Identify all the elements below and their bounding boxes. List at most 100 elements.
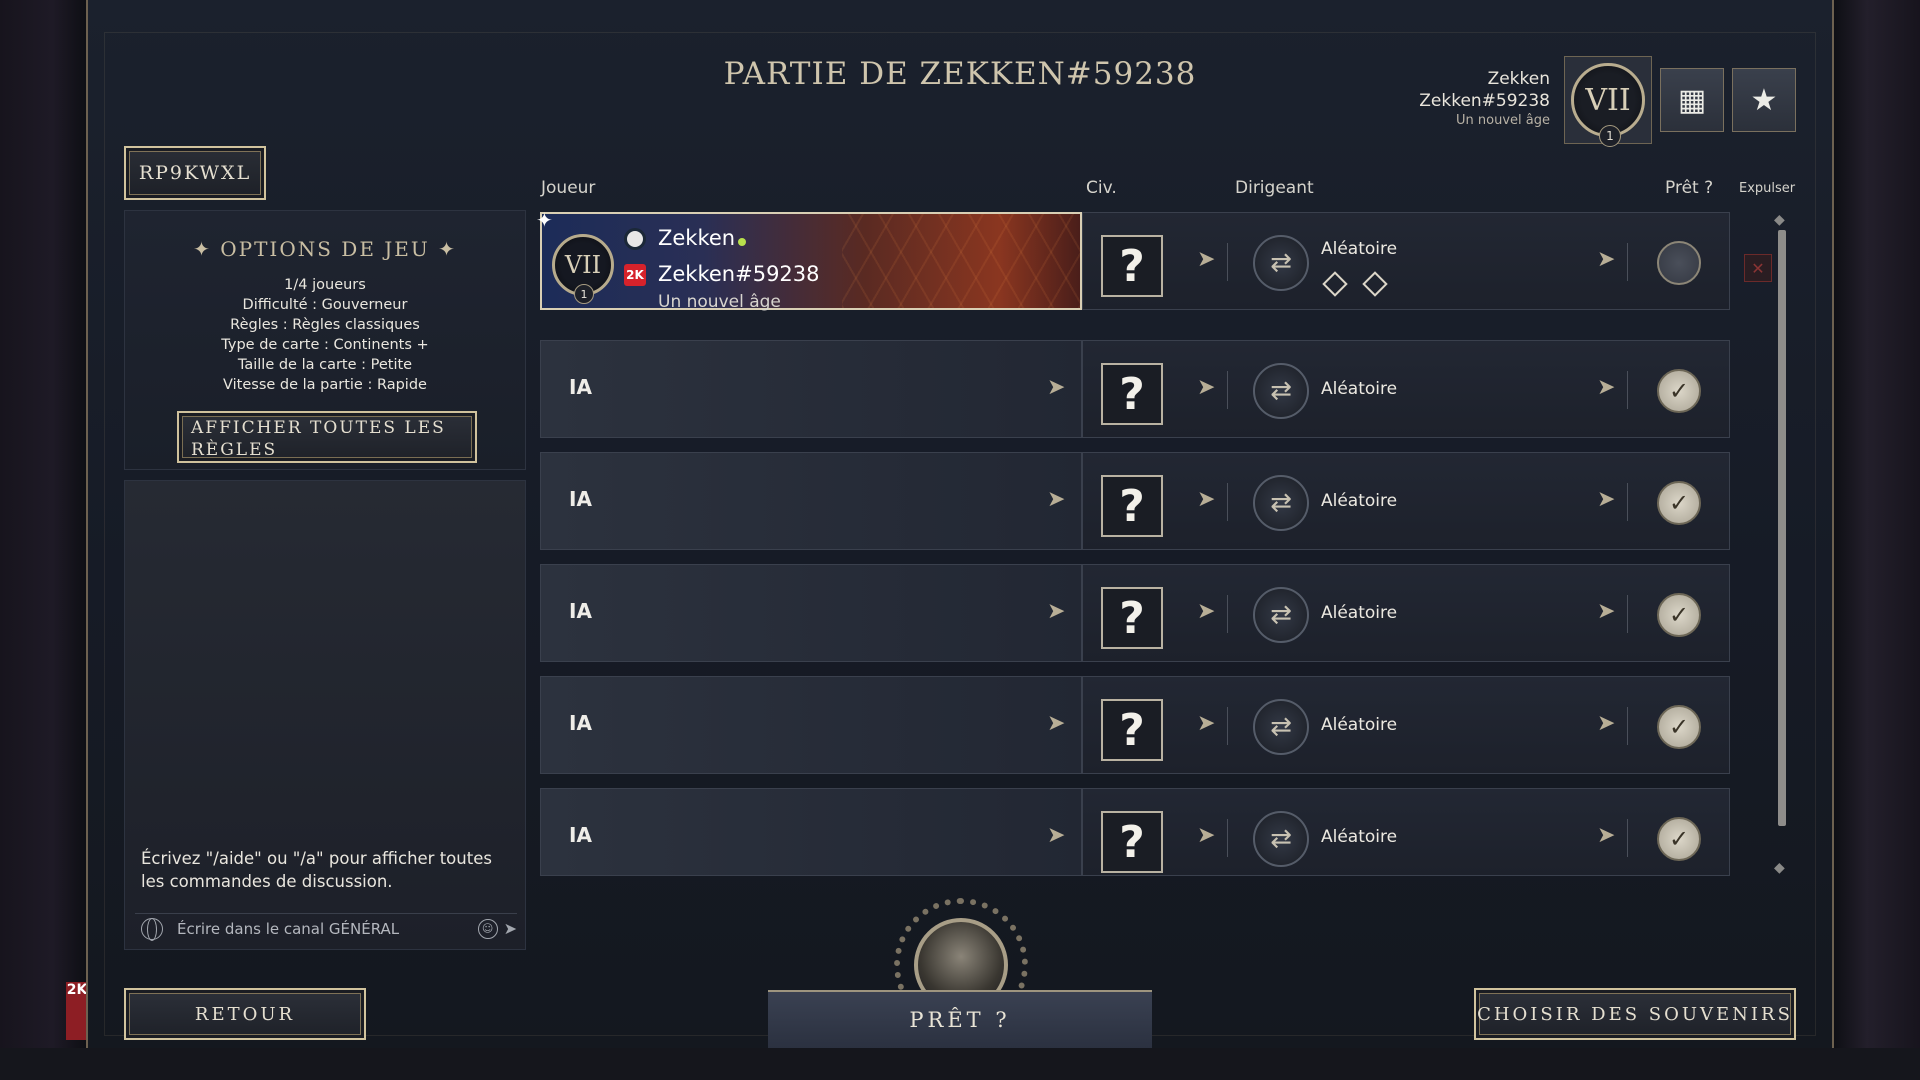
scroll-up-icon[interactable]: ◆ xyxy=(1774,212,1785,228)
civ-select-button[interactable]: ? xyxy=(1101,475,1163,537)
column-header-kick: Expulser xyxy=(1739,181,1796,196)
ai-row: IA ➤ ? ➤ ⇄ Aléatoire ➤ ✓ xyxy=(540,676,1730,774)
profile-age: Un nouvel âge xyxy=(1456,113,1550,128)
civ-arrow-icon[interactable]: ➤ xyxy=(1197,823,1215,848)
ready-check-icon: ✓ xyxy=(1657,705,1701,749)
player-slot[interactable]: IA ➤ xyxy=(540,788,1082,876)
leader-name: Aléatoire xyxy=(1321,715,1398,735)
leader-name: Aléatoire xyxy=(1321,379,1398,399)
players-icon: ▦ xyxy=(1677,82,1707,118)
civ-select-button[interactable]: ? xyxy=(1101,811,1163,873)
player-settings: ? ➤ ⇄ Aléatoire ➤ ✓ xyxy=(1082,340,1730,438)
divider xyxy=(1627,819,1628,857)
host-star-icon: ✦ xyxy=(536,208,553,232)
ready-toggle[interactable] xyxy=(1657,241,1701,285)
divider xyxy=(1227,483,1228,521)
chat-input[interactable] xyxy=(177,919,478,938)
game-options-panel: ✦ OPTIONS DE JEU ✦ 1/4 joueurs Difficult… xyxy=(124,210,526,470)
column-header-ready: Prêt ? xyxy=(1665,178,1714,198)
leader-arrow-icon[interactable]: ➤ xyxy=(1597,599,1615,624)
option-difficulty: Difficulté : Gouverneur xyxy=(242,297,408,313)
ready-button[interactable]: PRÊT ? xyxy=(768,990,1152,1048)
divider xyxy=(1627,243,1628,281)
players-button[interactable]: ▦ xyxy=(1660,68,1724,132)
shuffle-icon[interactable]: ⇄ xyxy=(1253,811,1309,867)
player-list-scrollbar[interactable] xyxy=(1778,230,1786,826)
player-slot[interactable]: IA ➤ xyxy=(540,564,1082,662)
leader-name: Aléatoire xyxy=(1321,491,1398,511)
options-title: ✦ OPTIONS DE JEU ✦ xyxy=(193,237,457,261)
civ-select-button[interactable]: ? xyxy=(1101,587,1163,649)
left-backdrop xyxy=(0,0,88,1080)
player-arrow-icon[interactable]: ➤ xyxy=(1047,599,1065,624)
profile-info: Zekken Zekken#59238 Un nouvel âge xyxy=(1419,68,1550,130)
send-icon[interactable]: ➤ xyxy=(504,919,517,938)
player-settings: ? ➤ ⇄ Aléatoire ➤ ✓ xyxy=(1082,676,1730,774)
player-arrow-icon[interactable]: ➤ xyxy=(1047,487,1065,512)
player-arrow-icon[interactable]: ➤ xyxy=(1047,375,1065,400)
back-button[interactable]: RETOUR xyxy=(124,988,366,1040)
player-slot[interactable]: ✦ VII 1 2K Zekken Zekken#59238 Un nouvel… xyxy=(536,208,1082,312)
kick-button[interactable]: ✕ xyxy=(1744,254,1772,282)
shuffle-icon[interactable]: ⇄ xyxy=(1253,587,1309,643)
player-arrow-icon[interactable]: ➤ xyxy=(1047,711,1065,736)
profile-name: Zekken xyxy=(1487,69,1550,89)
profile-emblem-button[interactable]: VII 1 xyxy=(1564,56,1652,147)
leader-arrow-icon[interactable]: ➤ xyxy=(1597,375,1615,400)
player-name: Zekken xyxy=(658,226,736,250)
shuffle-icon[interactable]: ⇄ xyxy=(1253,699,1309,755)
leader-arrow-icon[interactable]: ➤ xyxy=(1597,247,1615,272)
option-game-speed: Vitesse de la partie : Rapide xyxy=(223,377,427,393)
online-status-icon xyxy=(738,238,746,246)
player-settings: ? ➤ ⇄ Aléatoire ➤ xyxy=(1082,212,1730,310)
chat-hint: Écrivez "/aide" ou "/a" pour afficher to… xyxy=(141,849,492,891)
divider xyxy=(1627,707,1628,745)
divider xyxy=(1227,819,1228,857)
player-arrow-icon[interactable]: ➤ xyxy=(1047,823,1065,848)
globe-icon[interactable] xyxy=(141,917,163,941)
scroll-down-icon[interactable]: ◆ xyxy=(1774,860,1785,876)
emoji-icon[interactable]: ☺ xyxy=(477,918,498,939)
mementos-icon: ★ xyxy=(1750,82,1778,118)
option-map-type: Type de carte : Continents + xyxy=(221,337,429,353)
civ-select-button[interactable]: ? xyxy=(1101,235,1163,297)
choose-mementos-button[interactable]: CHOISIR DES SOUVENIRS xyxy=(1474,988,1796,1040)
divider xyxy=(1627,595,1628,633)
show-all-rules-button[interactable]: AFFICHER TOUTES LES RÈGLES xyxy=(177,411,477,463)
mementos-button[interactable]: ★ xyxy=(1732,68,1796,132)
shuffle-icon[interactable]: ⇄ xyxy=(1253,235,1309,291)
shuffle-icon[interactable]: ⇄ xyxy=(1253,363,1309,419)
civ-arrow-icon[interactable]: ➤ xyxy=(1197,599,1215,624)
publisher-logo: 2K xyxy=(66,982,88,1040)
bottom-backdrop xyxy=(0,1048,1920,1080)
player-settings: ? ➤ ⇄ Aléatoire ➤ ✓ xyxy=(1082,452,1730,550)
steam-icon xyxy=(624,228,646,250)
leader-arrow-icon[interactable]: ➤ xyxy=(1597,823,1615,848)
player-slot[interactable]: IA ➤ xyxy=(540,340,1082,438)
ready-check-icon: ✓ xyxy=(1657,593,1701,637)
civ-arrow-icon[interactable]: ➤ xyxy=(1197,375,1215,400)
chat-panel: Écrivez "/aide" ou "/a" pour afficher to… xyxy=(124,480,526,950)
player-tag: Zekken#59238 xyxy=(658,262,820,286)
lobby-code-button[interactable]: RP9KWXL xyxy=(124,146,266,200)
option-rules: Règles : Règles classiques xyxy=(230,317,420,333)
ai-label: IA xyxy=(569,375,592,399)
chat-input-row: ☺ ➤ xyxy=(135,913,517,943)
player-slot[interactable]: IA ➤ xyxy=(540,452,1082,550)
ai-row: IA ➤ ? ➤ ⇄ Aléatoire ➤ ✓ xyxy=(540,452,1730,550)
civ-select-button[interactable]: ? xyxy=(1101,699,1163,761)
player-slot[interactable]: IA ➤ xyxy=(540,676,1082,774)
civ-arrow-icon[interactable]: ➤ xyxy=(1197,247,1215,272)
leader-arrow-icon[interactable]: ➤ xyxy=(1597,487,1615,512)
ai-row: IA ➤ ? ➤ ⇄ Aléatoire ➤ ✓ xyxy=(540,788,1730,876)
column-header-leader: Dirigeant xyxy=(1235,178,1314,198)
ai-row: IA ➤ ? ➤ ⇄ Aléatoire ➤ ✓ xyxy=(540,564,1730,662)
leader-arrow-icon[interactable]: ➤ xyxy=(1597,711,1615,736)
leader-name: Aléatoire xyxy=(1321,827,1398,847)
civ-select-button[interactable]: ? xyxy=(1101,363,1163,425)
civ-arrow-icon[interactable]: ➤ xyxy=(1197,711,1215,736)
ready-check-icon: ✓ xyxy=(1657,481,1701,525)
profile-tag: Zekken#59238 xyxy=(1419,91,1550,111)
civ-arrow-icon[interactable]: ➤ xyxy=(1197,487,1215,512)
shuffle-icon[interactable]: ⇄ xyxy=(1253,475,1309,531)
